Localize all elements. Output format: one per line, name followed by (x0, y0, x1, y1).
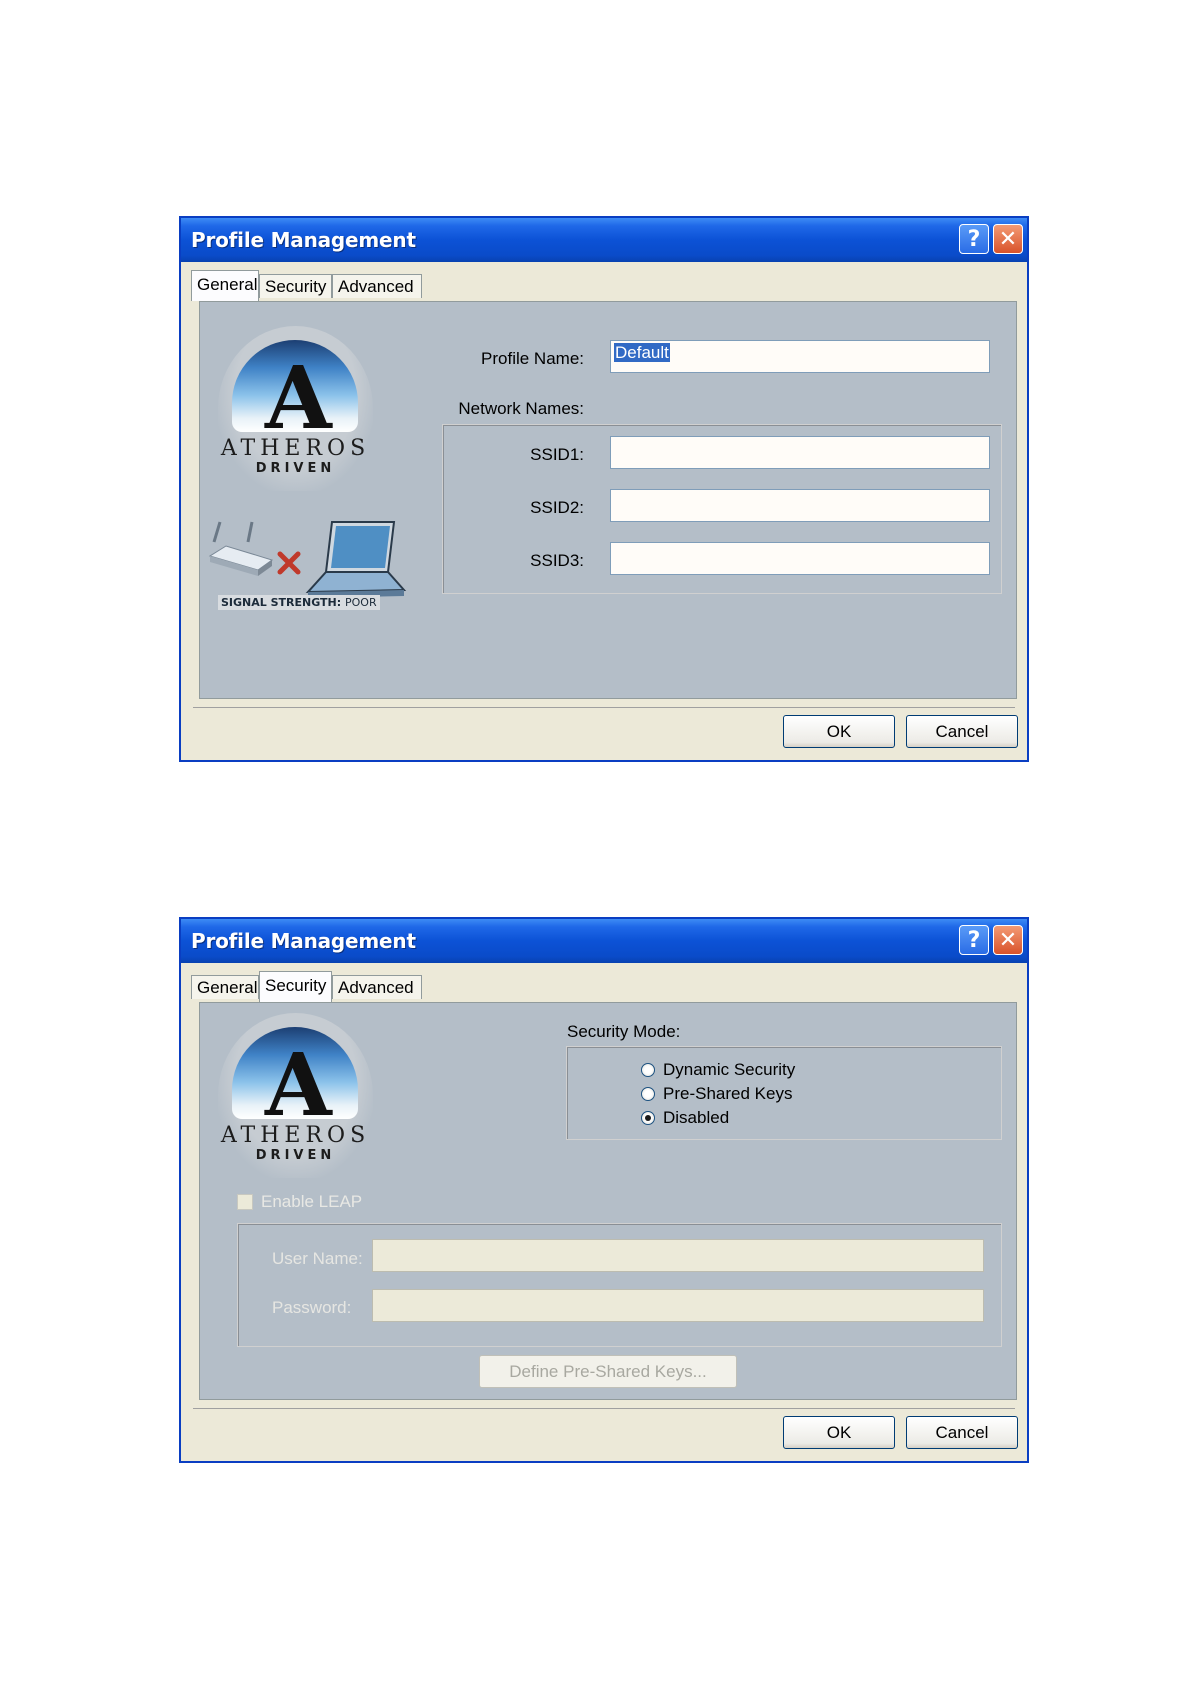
tab-security[interactable]: Security (259, 274, 332, 298)
ssid2-label: SSID2: (530, 498, 584, 517)
password-input[interactable] (372, 1289, 984, 1322)
logo-letter-a-icon: A (265, 348, 332, 433)
radio-pre-shared-keys[interactable]: Pre-Shared Keys (641, 1083, 792, 1105)
close-button[interactable]: ✕ (993, 224, 1023, 254)
tab-general[interactable]: General (191, 270, 259, 301)
ssid1-label: SSID1: (530, 445, 584, 464)
logo-tagline: DRIVEN (255, 1148, 336, 1163)
enable-leap-checkbox[interactable] (237, 1194, 253, 1210)
profile-management-dialog-security: Profile Management ? ✕ General Security … (179, 917, 1029, 1463)
signal-strength-label: SIGNAL STRENGTH: POOR (218, 595, 380, 610)
radio-label: Pre-Shared Keys (663, 1084, 793, 1103)
profile-name-input[interactable]: Default (610, 340, 990, 373)
laptop-icon (305, 521, 407, 598)
security-panel: A ATHEROS DRIVEN Security Mode: Dynamic … (199, 1002, 1017, 1400)
close-icon: ✕ (998, 927, 1018, 953)
logo-tagline: DRIVEN (255, 461, 336, 476)
define-pre-shared-keys-button[interactable]: Define Pre-Shared Keys... (479, 1355, 737, 1388)
ssid1-input[interactable] (610, 436, 990, 469)
profile-management-dialog-general: Profile Management ? ✕ General Security … (179, 216, 1029, 762)
radio-button[interactable] (641, 1063, 655, 1077)
close-button[interactable]: ✕ (993, 925, 1023, 955)
title-bar[interactable]: Profile Management ? ✕ (181, 919, 1027, 963)
profile-name-value: Default (614, 343, 670, 362)
ssid3-label: SSID3: (530, 551, 584, 570)
title-bar[interactable]: Profile Management ? ✕ (181, 218, 1027, 262)
window-title: Profile Management (191, 929, 416, 953)
user-name-label: User Name: (272, 1249, 363, 1268)
enable-leap-label: Enable LEAP (261, 1192, 363, 1211)
footer-divider (193, 1408, 1015, 1409)
user-name-input[interactable] (372, 1239, 984, 1272)
ssid2-input[interactable] (610, 489, 990, 522)
logo-wordmark: ATHEROS (220, 436, 371, 461)
help-button[interactable]: ? (959, 925, 989, 955)
enable-leap-checkbox-row[interactable]: Enable LEAP (237, 1192, 362, 1212)
window-title: Profile Management (191, 228, 416, 252)
network-names-label: Network Names: (458, 399, 584, 418)
tab-general[interactable]: General (191, 975, 259, 999)
ssid3-input[interactable] (610, 542, 990, 575)
signal-strength-caption: SIGNAL STRENGTH: (221, 596, 342, 609)
general-panel: A ATHEROS DRIVEN SIGNAL STRENGTH: POOR P… (199, 301, 1017, 699)
ok-button[interactable]: OK (783, 1416, 895, 1449)
radio-dynamic-security[interactable]: Dynamic Security (641, 1059, 795, 1081)
profile-name-label: Profile Name: (481, 349, 584, 368)
radio-label: Dynamic Security (663, 1060, 796, 1079)
logo-wordmark: ATHEROS (220, 1123, 371, 1148)
cancel-button[interactable]: Cancel (906, 715, 1018, 748)
cancel-button[interactable]: Cancel (906, 1416, 1018, 1449)
radio-button-selected[interactable] (641, 1111, 655, 1125)
router-icon (208, 521, 274, 576)
logo-letter-a-icon: A (265, 1035, 332, 1120)
password-label: Password: (272, 1298, 352, 1317)
help-button[interactable]: ? (959, 224, 989, 254)
disconnected-x-icon (277, 551, 301, 575)
help-icon: ? (967, 927, 981, 953)
ok-button[interactable]: OK (783, 715, 895, 748)
tab-advanced[interactable]: Advanced (332, 274, 422, 298)
radio-disabled[interactable]: Disabled (641, 1107, 729, 1129)
atheros-logo: A ATHEROS DRIVEN (218, 326, 373, 491)
footer-divider (193, 707, 1015, 708)
signal-strength-value: POOR (345, 596, 377, 609)
logo-dome: A (232, 1027, 358, 1119)
tab-security[interactable]: Security (259, 971, 332, 1002)
close-icon: ✕ (998, 226, 1018, 252)
connection-status-illustration (208, 521, 407, 598)
atheros-logo: A ATHEROS DRIVEN (218, 1013, 373, 1178)
security-mode-label: Security Mode: (567, 1022, 681, 1041)
help-icon: ? (967, 226, 981, 252)
logo-dome: A (232, 340, 358, 432)
radio-button[interactable] (641, 1087, 655, 1101)
radio-label: Disabled (663, 1108, 730, 1127)
tab-advanced[interactable]: Advanced (332, 975, 422, 999)
